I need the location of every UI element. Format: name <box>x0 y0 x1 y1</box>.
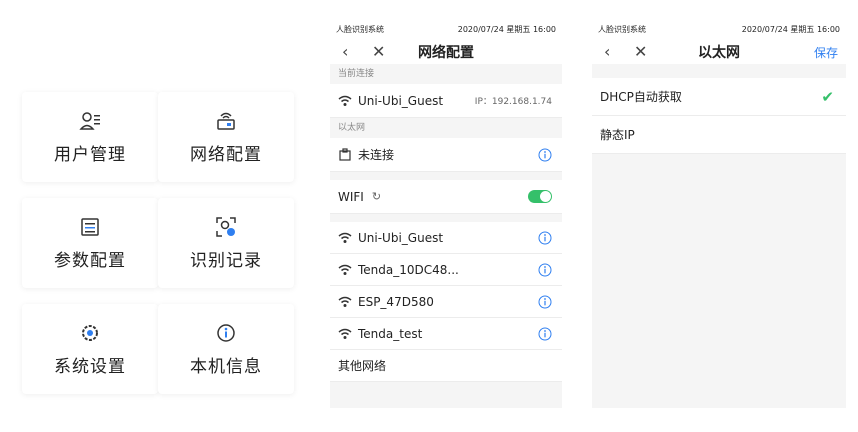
menu-label: 识别记录 <box>190 250 262 271</box>
ethernet-row[interactable]: 未连接 <box>330 138 562 172</box>
wifi-toggle[interactable] <box>528 190 552 203</box>
status-datetime: 2020/07/24 星期五 16:00 <box>457 25 556 34</box>
wifi-network-item[interactable]: Tenda_test <box>330 318 562 350</box>
menu-label: 本机信息 <box>190 356 262 377</box>
settings-doc-icon <box>81 217 99 236</box>
menu-item-system-settings[interactable]: 系统设置 <box>22 304 158 394</box>
static-ip-option-label: 静态IP <box>600 128 635 142</box>
current-ssid: Uni-Ubi_Guest <box>358 93 444 108</box>
dhcp-option-row[interactable]: DHCP自动获取 ✔ <box>592 78 846 116</box>
menu-label: 参数配置 <box>54 250 126 271</box>
refresh-icon[interactable]: ↻ <box>372 190 381 203</box>
menu-item-network-config[interactable]: 网络配置 <box>158 92 294 182</box>
page-title: 以太网 <box>698 45 740 61</box>
info-icon[interactable] <box>538 148 552 162</box>
nav-bar: ‹ ✕ 网络配置 <box>330 38 562 64</box>
network-name: ESP_47D580 <box>358 294 434 309</box>
status-app-name: 人脸识别系统 <box>598 25 646 34</box>
dhcp-option-label: DHCP自动获取 <box>600 90 682 104</box>
user-manage-icon <box>79 111 100 130</box>
router-icon <box>217 112 235 130</box>
ethernet-status: 未连接 <box>358 148 395 162</box>
info-icon[interactable] <box>538 231 552 245</box>
info-icon <box>217 323 235 342</box>
face-scan-icon <box>216 216 236 237</box>
divider <box>330 172 562 180</box>
menu-item-param-config[interactable]: 参数配置 <box>22 198 158 288</box>
section-ethernet: 以太网 <box>330 118 562 138</box>
save-button[interactable]: 保存 <box>814 44 838 61</box>
info-icon[interactable] <box>538 295 552 309</box>
status-datetime: 2020/07/24 星期五 16:00 <box>741 25 840 34</box>
static-ip-option-row[interactable]: 静态IP <box>592 116 846 154</box>
wifi-icon <box>338 95 352 106</box>
status-app-name: 人脸识别系统 <box>336 25 384 34</box>
network-name: Tenda_test <box>358 326 423 341</box>
other-networks-row[interactable]: 其他网络 <box>330 350 562 382</box>
nav-bar: ‹ ✕ 以太网 保存 <box>592 38 846 64</box>
status-bar: 人脸识别系统 2020/07/24 星期五 16:00 <box>592 20 846 38</box>
divider <box>330 214 562 222</box>
checkmark-icon: ✔ <box>821 87 834 106</box>
status-bar: 人脸识别系统 2020/07/24 星期五 16:00 <box>330 20 562 38</box>
ethernet-screen: 人脸识别系统 2020/07/24 星期五 16:00 ‹ ✕ 以太网 保存 D… <box>592 20 846 408</box>
menu-label: 系统设置 <box>54 356 126 377</box>
section-current-connection: 当前连接 <box>330 64 562 84</box>
network-name: Uni-Ubi_Guest <box>358 230 444 245</box>
menu-label: 网络配置 <box>190 144 262 165</box>
wifi-network-item[interactable]: ESP_47D580 <box>330 286 562 318</box>
current-connection-row[interactable]: Uni-Ubi_Guest IP：192.168.1.74 <box>330 84 562 118</box>
info-icon[interactable] <box>538 327 552 341</box>
other-networks-label: 其他网络 <box>338 359 387 373</box>
ethernet-icon <box>339 147 351 161</box>
wifi-network-item[interactable]: Uni-Ubi_Guest <box>330 222 562 254</box>
wifi-toggle-row[interactable]: WIFI ↻ <box>330 180 562 214</box>
menu-item-recognition-log[interactable]: 识别记录 <box>158 198 294 288</box>
network-config-screen: 人脸识别系统 2020/07/24 星期五 16:00 ‹ ✕ 网络配置 当前连… <box>330 20 562 408</box>
wifi-label: WIFI <box>338 189 364 204</box>
menu-item-user-manage[interactable]: 用户管理 <box>22 92 158 182</box>
wifi-icon <box>338 264 352 275</box>
current-ip: IP：192.168.1.74 <box>474 97 552 107</box>
page-title: 网络配置 <box>418 45 474 61</box>
wifi-icon <box>338 328 352 339</box>
wifi-icon <box>338 296 352 307</box>
menu-item-device-info[interactable]: 本机信息 <box>158 304 294 394</box>
divider <box>592 64 846 78</box>
menu-label: 用户管理 <box>54 144 126 165</box>
network-name: Tenda_10DC48... <box>358 262 459 277</box>
info-icon[interactable] <box>538 263 552 277</box>
gear-icon <box>82 324 98 341</box>
wifi-icon <box>338 232 352 243</box>
wifi-network-item[interactable]: Tenda_10DC48... <box>330 254 562 286</box>
